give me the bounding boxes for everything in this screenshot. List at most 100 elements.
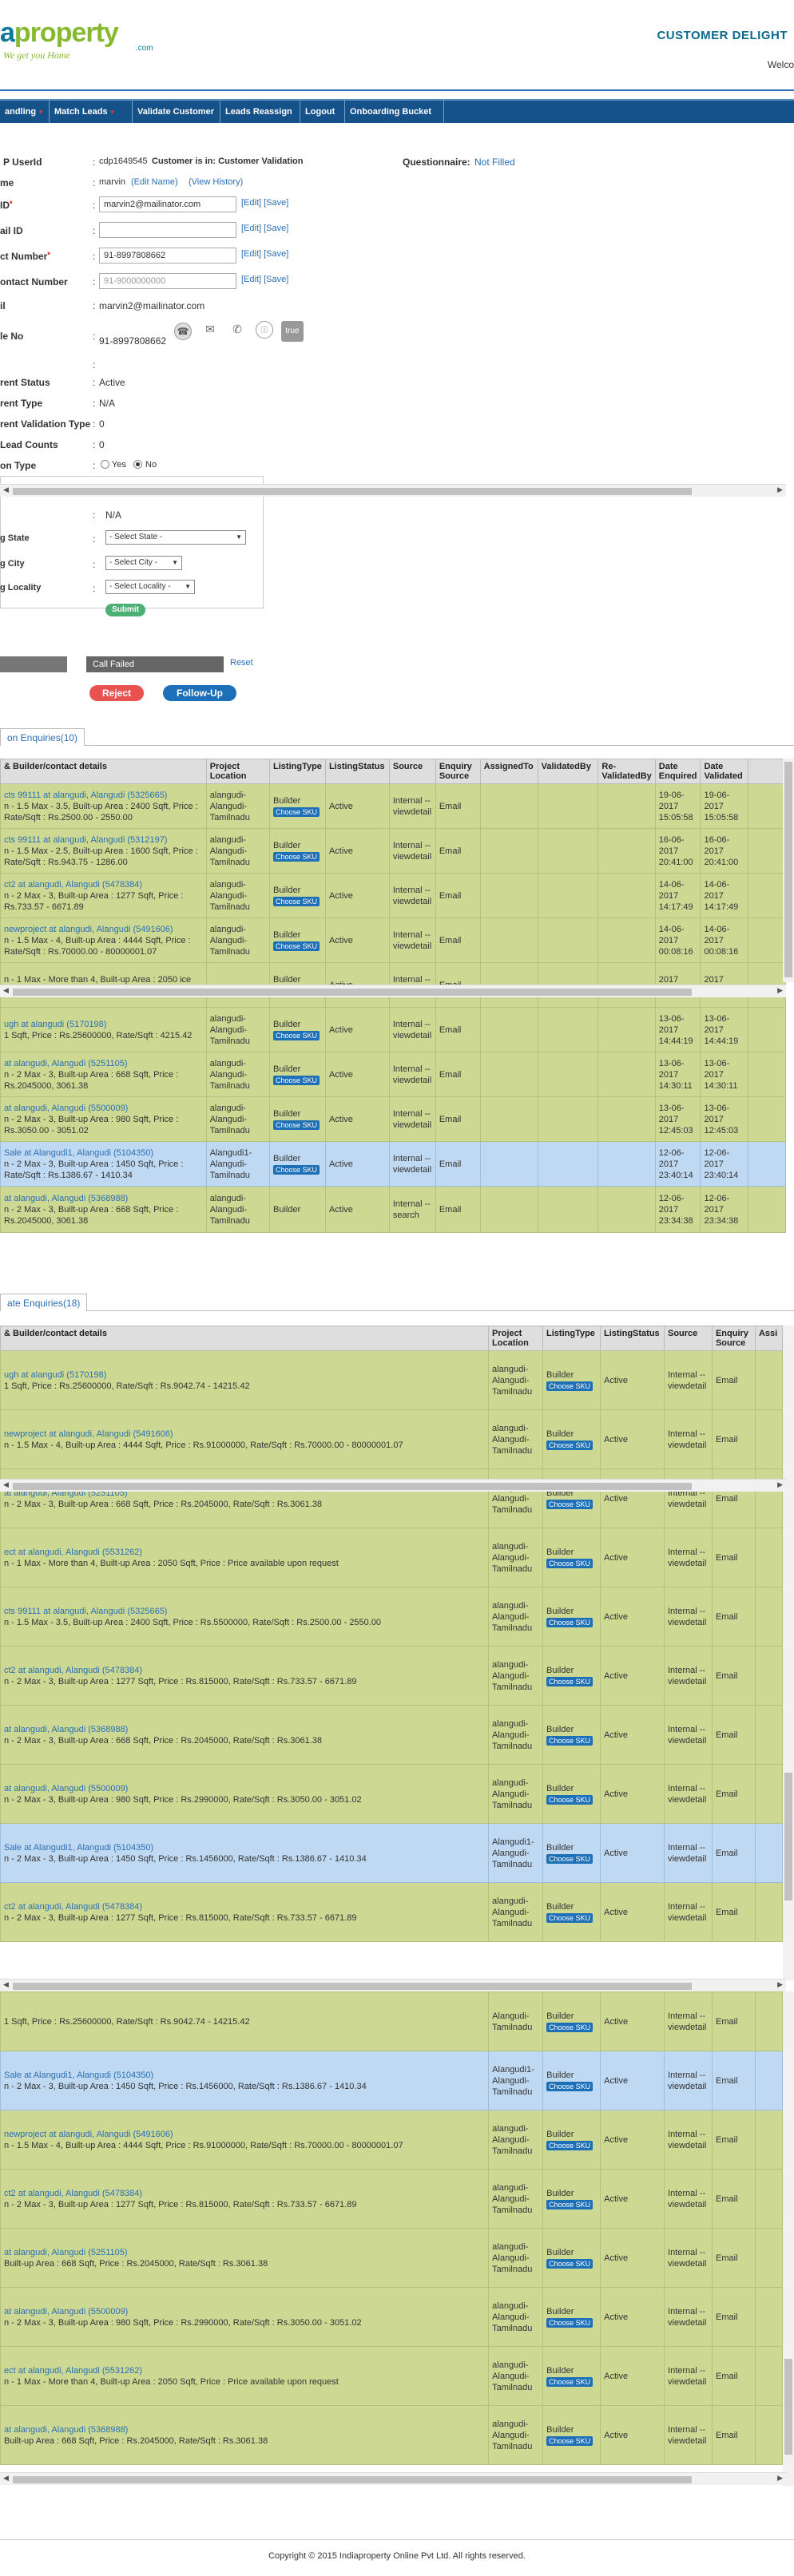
listing-title-link[interactable]: newproject at alangudi, Alangudi (549160… [4, 1429, 485, 1440]
call-icon[interactable]: ✆ [228, 321, 246, 339]
listing-title-link[interactable]: Sale at Alangudi1, Alangudi (5104350) [4, 2070, 485, 2081]
follow-up-button[interactable]: Follow-Up [163, 685, 236, 701]
listing-title-link[interactable]: at alangudi, Alangudi (5368988) [4, 2424, 485, 2435]
horizontal-scrollbar[interactable]: ◀ ▶ [0, 2472, 786, 2485]
listing-title-link[interactable]: at alangudi, Alangudi (5500009) [4, 1103, 203, 1114]
info-icon[interactable]: ⓘ [256, 321, 273, 339]
choose-sku-button[interactable]: Choose SKU [546, 1617, 594, 1627]
table-row[interactable]: Sale at Alangudi1, Alangudi (5104350) n -… [0, 1823, 784, 1883]
alt-contact-edit-save[interactable]: [Edit] [Save] [241, 275, 288, 284]
horizontal-scrollbar[interactable]: ◀ ▶ [0, 1979, 786, 1991]
table-row[interactable]: cts 99111 at alangudi, Alangudi (5325665… [0, 783, 786, 829]
table-row[interactable]: cts 99111 at alangudi, Alangudi (5325665… [0, 1587, 784, 1647]
reject-button[interactable]: Reject [89, 685, 144, 701]
choose-sku-button[interactable]: Choose SKU [273, 1030, 320, 1040]
call-failed-select[interactable]: Call Failed [86, 656, 224, 672]
listing-title-link[interactable]: ugh at alangudi (5170198) [4, 1369, 485, 1381]
table-row[interactable]: at alangudi, Alangudi (5368988) n - 2 Max… [0, 1186, 786, 1233]
listing-title-link[interactable]: at alangudi, Alangudi (5368988) [4, 1724, 485, 1735]
nav-item-logout[interactable]: Logout [300, 101, 345, 123]
choose-sku-button[interactable]: Choose SKU [546, 1676, 594, 1686]
table-row[interactable]: ect at alangudi, Alangudi (5531262) n - 1… [0, 1528, 784, 1587]
edit-name-link[interactable]: (Edit Name) [131, 177, 178, 187]
choose-sku-button[interactable]: Choose SKU [273, 1120, 320, 1130]
listing-title-link[interactable]: Sale at Alangudi1, Alangudi (5104350) [4, 1842, 485, 1853]
listing-title-link[interactable]: ct2 at alangudi, Alangudi (5478384) [4, 1901, 485, 1912]
table-row[interactable]: ugh at alangudi (5170198) 1 Sqft, Price :… [0, 1350, 784, 1410]
horizontal-scrollbar[interactable]: ◀ ▶ [0, 1479, 786, 1492]
choose-sku-button[interactable]: Choose SKU [546, 1853, 594, 1864]
alt-email-input[interactable] [99, 222, 236, 238]
listing-title-link[interactable]: ugh at alangudi (5170198) [4, 1019, 203, 1030]
listing-title-link[interactable]: ct2 at alangudi, Alangudi (5478384) [4, 879, 203, 890]
tab-enquiries[interactable]: on Enquiries(10) [0, 728, 85, 746]
locality-select[interactable]: - Select Locality - [105, 580, 195, 594]
table-row[interactable]: newproject at alangudi, Alangudi (549160… [0, 1409, 784, 1469]
table-row[interactable]: cts 99111 at alangudi, Alangudi (5312197… [0, 828, 786, 874]
listing-title-link[interactable]: cts 99111 at alangudi, Alangudi (5325665… [4, 790, 203, 801]
listing-title-link[interactable]: at alangudi, Alangudi (5500009) [4, 2306, 485, 2317]
listing-title-link[interactable]: ect at alangudi, Alangudi (5531262) [4, 1547, 485, 1558]
contact-input[interactable]: 91-8997808662 [99, 248, 236, 264]
no-radio[interactable] [133, 460, 142, 469]
email-edit-save[interactable]: [Edit] [Save] [241, 198, 288, 208]
table-row[interactable]: 1 Sqft, Price : Rs.25600000, Rate/Sqft :… [0, 1991, 784, 2051]
state-select[interactable]: - Select State - [105, 530, 246, 545]
choose-sku-button[interactable]: Choose SKU [273, 806, 320, 817]
choose-sku-button[interactable]: Choose SKU [546, 1912, 594, 1923]
alt-email-edit-save[interactable]: [Edit] [Save] [241, 224, 288, 233]
choose-sku-button[interactable]: Choose SKU [273, 1164, 320, 1175]
listing-title-link[interactable]: at alangudi, Alangudi (5251105) [4, 1058, 203, 1069]
table-row[interactable]: ugh at alangudi (5170198) 1 Sqft, Price :… [0, 1007, 786, 1052]
vertical-scrollbar[interactable] [783, 759, 794, 982]
phone-icon[interactable]: ☎ [174, 323, 192, 340]
choose-sku-button[interactable]: Choose SKU [546, 1499, 594, 1509]
table-row[interactable]: ct2 at alangudi, Alangudi (5478384) n - 2… [0, 873, 786, 918]
listing-title-link[interactable]: cts 99111 at alangudi, Alangudi (5325665… [4, 1606, 485, 1617]
choose-sku-button[interactable]: Choose SKU [546, 2140, 594, 2150]
table-row[interactable]: at alangudi, Alangudi (5251105) n - 2 Max… [0, 1052, 786, 1097]
listing-title-link[interactable]: cts 99111 at alangudi, Alangudi (5312197… [4, 834, 203, 846]
table-row[interactable]: at alangudi, Alangudi (5500009) n - 2 Max… [0, 1764, 784, 1824]
city-select[interactable]: - Select City - [105, 556, 182, 570]
tab-duplicate-enquiries[interactable]: ate Enquiries(18) [0, 1294, 88, 1311]
table-row[interactable]: at alangudi, Alangudi (5251105) n - 2 Max… [0, 1468, 784, 1528]
reset-link[interactable]: Reset [230, 658, 253, 668]
table-row[interactable]: at alangudi, Alangudi (5368988) Built-up … [0, 2405, 784, 2465]
nav-item-match-leads[interactable]: Match Leads ▼ [50, 101, 133, 123]
table-row[interactable]: ct2 at alangudi, Alangudi (5478384) n - 2… [0, 1646, 784, 1706]
yes-radio[interactable] [101, 460, 109, 469]
nav-item-handling[interactable]: andling ▼ [0, 101, 50, 123]
table-row[interactable]: at alangudi, Alangudi (5500009) n - 2 Max… [0, 2287, 784, 2347]
listing-title-link[interactable]: ct2 at alangudi, Alangudi (5478384) [4, 1665, 485, 1676]
table-row[interactable]: at alangudi, Alangudi (5251105) Built-up … [0, 2228, 784, 2288]
logo[interactable]: aproperty [0, 18, 119, 49]
choose-sku-button[interactable]: Choose SKU [273, 851, 320, 862]
vertical-scrollbar[interactable] [783, 1991, 794, 2487]
nav-item-validate-customer[interactable]: Validate Customer [133, 101, 220, 123]
choose-sku-button[interactable]: Choose SKU [546, 1794, 594, 1805]
choose-sku-button[interactable]: Choose SKU [546, 1558, 594, 1568]
listing-title-link[interactable]: at alangudi, Alangudi (5500009) [4, 1783, 485, 1794]
listing-title-link[interactable]: ct2 at alangudi, Alangudi (5478384) [4, 2188, 485, 2199]
nav-item-onboarding-bucket[interactable]: Onboarding Bucket [345, 101, 444, 123]
horizontal-scrollbar[interactable]: ◀ ▶ [0, 985, 786, 997]
choose-sku-button[interactable]: Choose SKU [546, 1735, 594, 1746]
table-row[interactable]: ect at alangudi, Alangudi (5531262) n - 1… [0, 2346, 784, 2406]
view-history-link[interactable]: (View History) [189, 177, 243, 187]
listing-title-link[interactable]: at alangudi, Alangudi (5368988) [4, 1193, 203, 1204]
listing-title-link[interactable]: newproject at alangudi, Alangudi (549160… [4, 924, 203, 935]
listing-title-link[interactable]: ect at alangudi, Alangudi (5531262) [4, 2365, 485, 2376]
nav-item-leads-reassign[interactable]: Leads Reassign [220, 101, 300, 123]
horizontal-scrollbar[interactable]: ◀ ▶ [0, 484, 786, 497]
email-input[interactable]: marvin2@mailinator.com [99, 196, 236, 212]
choose-sku-button[interactable]: Choose SKU [546, 2258, 594, 2269]
listing-title-link[interactable]: newproject at alangudi, Alangudi (549160… [4, 2129, 485, 2140]
choose-sku-button[interactable]: Choose SKU [546, 2199, 594, 2209]
questionnaire-link[interactable]: Not Filled [474, 157, 515, 168]
choose-sku-button[interactable]: Choose SKU [273, 896, 320, 906]
choose-sku-button[interactable]: Choose SKU [546, 1381, 594, 1391]
choose-sku-button[interactable]: Choose SKU [273, 941, 320, 951]
choose-sku-button[interactable]: Choose SKU [273, 1075, 320, 1085]
table-row[interactable]: Sale at Alangudi1, Alangudi (5104350) n -… [0, 1141, 786, 1187]
